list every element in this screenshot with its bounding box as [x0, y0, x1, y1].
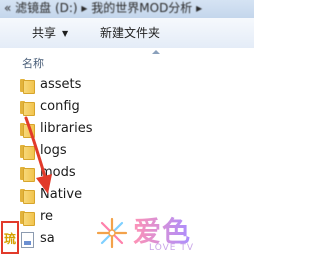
new-folder-label: 新建文件夹 [100, 26, 161, 40]
folder-icon [20, 189, 35, 204]
list-item[interactable]: config [0, 96, 254, 118]
file-name: libraries [40, 121, 93, 136]
share-label: 共享 [32, 26, 57, 40]
file-name: Native [40, 187, 83, 202]
file-name: re [40, 209, 54, 224]
folder-icon [20, 123, 35, 138]
list-item[interactable]: Native [0, 184, 254, 206]
chevron-down-icon: ▼ [62, 29, 69, 38]
list-item[interactable]: assets [0, 74, 254, 96]
sort-ascending-icon[interactable] [152, 50, 160, 54]
new-folder-button[interactable]: 新建文件夹 [94, 24, 166, 42]
folder-icon [20, 167, 35, 182]
share-button[interactable]: 共享 ▼ [26, 24, 74, 42]
file-name: sa [40, 231, 55, 246]
address-path: « 滤镜盘 (D:) ▸ 我的世界MOD分析 ▸ [4, 1, 203, 15]
snowflake-icon [96, 217, 128, 249]
file-name: config [40, 99, 80, 114]
column-header-name[interactable]: 名称 [22, 55, 44, 71]
list-item[interactable]: mods [0, 162, 254, 184]
watermark-subtext: LOVE TV [149, 243, 194, 253]
toolbar: 共享 ▼ 新建文件夹 [0, 18, 254, 49]
file-name: mods [40, 165, 76, 180]
folder-icon [20, 145, 35, 160]
list-item[interactable]: libraries [0, 118, 254, 140]
annotation-box: 琉 [1, 221, 19, 254]
list-header: 名称 [0, 48, 254, 74]
annotation-char: 琉 [3, 232, 16, 246]
file-icon [21, 232, 34, 248]
folder-icon [20, 79, 35, 94]
file-name: logs [40, 143, 67, 158]
folder-icon [20, 211, 35, 226]
folder-icon [20, 101, 35, 116]
list-item[interactable]: logs [0, 140, 254, 162]
window-address-bar[interactable]: « 滤镜盘 (D:) ▸ 我的世界MOD分析 ▸ [0, 0, 254, 18]
watermark-logo: 爱色 LOVE TV [95, 212, 215, 254]
file-name: assets [40, 77, 82, 92]
